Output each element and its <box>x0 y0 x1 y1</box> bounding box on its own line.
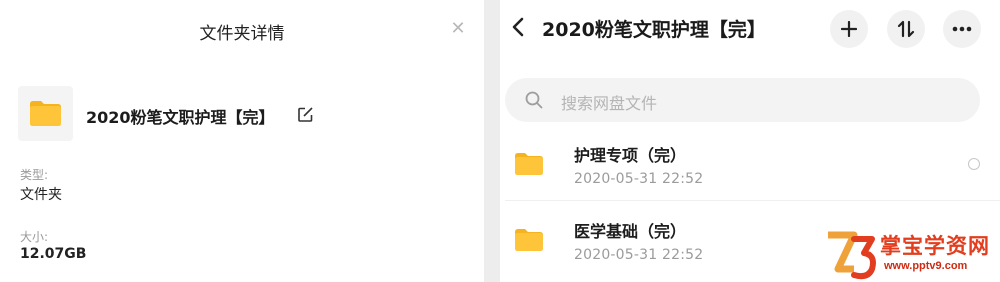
watermark-text: 掌宝学资网 <box>880 234 990 258</box>
chevron-left-icon[interactable] <box>508 16 530 38</box>
type-label: 类型: <box>20 168 49 182</box>
panel-divider <box>484 0 500 282</box>
folder-icon <box>30 101 61 126</box>
item-name: 医学基础（完） <box>574 222 687 241</box>
search-placeholder: 搜索网盘文件 <box>561 94 658 113</box>
close-icon[interactable]: ✕ <box>449 20 467 38</box>
folder-thumbnail <box>18 86 73 141</box>
sort-button[interactable] <box>887 10 925 48</box>
search-icon <box>525 91 543 109</box>
more-button[interactable] <box>943 10 981 48</box>
row-divider <box>505 200 1000 201</box>
size-value: 12.07GB <box>20 246 87 262</box>
list-item[interactable]: 护理专项（完） 2020-05-31 22:52 <box>505 140 1000 206</box>
select-radio[interactable] <box>968 158 980 170</box>
folder-icon <box>515 153 543 175</box>
folder-details-panel: 文件夹详情 ✕ 2020粉笔文职护理【完】 类型: 文件夹 大小: 12.07G… <box>0 0 484 282</box>
add-button[interactable] <box>830 10 868 48</box>
edit-icon[interactable] <box>297 106 314 123</box>
search-input[interactable]: 搜索网盘文件 <box>505 78 980 122</box>
size-label: 大小: <box>20 230 49 244</box>
type-value: 文件夹 <box>20 187 62 203</box>
details-title: 文件夹详情 <box>199 24 285 44</box>
plus-icon <box>841 21 857 37</box>
item-name: 护理专项（完） <box>574 146 687 165</box>
sort-icon <box>897 20 915 38</box>
watermark: 掌宝学资网 www.pptv9.com <box>824 228 1000 282</box>
more-icon <box>952 26 972 32</box>
watermark-logo <box>828 231 876 280</box>
page-title: 2020粉笔文职护理【完】 <box>542 19 766 41</box>
watermark-url: www.pptv9.com <box>884 260 968 272</box>
folder-icon <box>515 229 543 251</box>
item-date: 2020-05-31 22:52 <box>574 171 704 187</box>
folder-name: 2020粉笔文职护理【完】 <box>86 108 275 127</box>
item-date: 2020-05-31 22:52 <box>574 247 704 263</box>
